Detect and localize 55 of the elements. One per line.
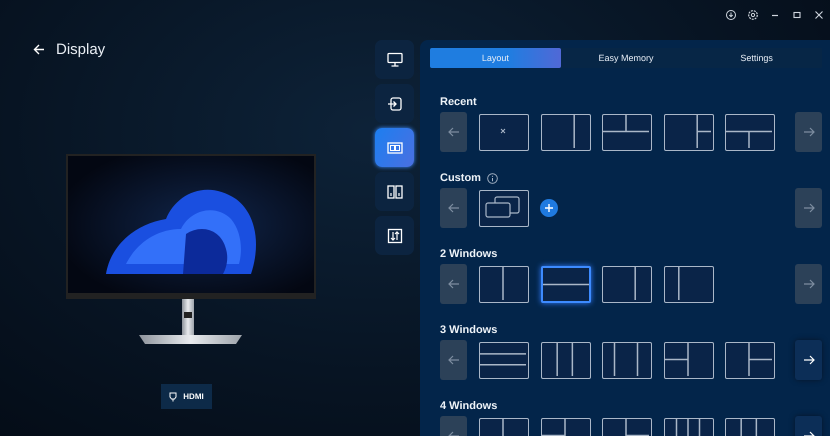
arrow-right-icon bbox=[802, 203, 814, 213]
back-button[interactable] bbox=[33, 44, 45, 54]
nav-button[interactable] bbox=[375, 128, 414, 167]
close-icon bbox=[813, 9, 825, 21]
sort-arrows-icon bbox=[386, 228, 402, 244]
tab[interactable]: Easy Memory bbox=[560, 48, 692, 68]
arrow-right-icon bbox=[802, 355, 814, 365]
layout-thumbnail[interactable] bbox=[602, 342, 652, 378]
layout-thumbnail[interactable] bbox=[664, 342, 714, 378]
monitor-icon bbox=[386, 52, 402, 68]
arrow-left-icon bbox=[448, 279, 460, 289]
maximize-icon bbox=[791, 9, 803, 21]
tab[interactable]: Layout bbox=[430, 48, 561, 68]
plus-icon bbox=[544, 204, 552, 212]
input-icon bbox=[386, 96, 402, 112]
layout-thumbnail[interactable] bbox=[664, 114, 714, 150]
page-title: Display bbox=[56, 40, 106, 58]
layout-thumbnail[interactable] bbox=[479, 114, 529, 150]
layout-thumbnail[interactable] bbox=[540, 266, 590, 302]
split-screen-icon bbox=[386, 184, 402, 200]
nav-button[interactable] bbox=[375, 84, 414, 123]
arrow-left-icon bbox=[448, 355, 460, 365]
download-icon bbox=[725, 9, 737, 21]
nav-button[interactable] bbox=[375, 40, 414, 79]
add-button[interactable] bbox=[540, 199, 558, 217]
settings-icon bbox=[747, 9, 759, 21]
layout-icon bbox=[386, 140, 402, 156]
layout-thumbnail[interactable] bbox=[540, 342, 590, 378]
section-title: Recent bbox=[440, 96, 477, 108]
back-arrow-icon bbox=[33, 44, 45, 54]
nav-button[interactable] bbox=[375, 172, 414, 211]
arrow-right-icon bbox=[802, 279, 814, 289]
section-title: Custom bbox=[440, 172, 481, 184]
layout-thumbnail[interactable] bbox=[725, 114, 775, 150]
arrow-right-icon bbox=[802, 127, 814, 137]
layout-thumbnail[interactable] bbox=[602, 114, 652, 150]
layout-thumbnail[interactable] bbox=[725, 342, 775, 378]
overlapping-windows-icon bbox=[485, 196, 520, 218]
next-button[interactable] bbox=[795, 340, 822, 380]
hdmi-badge[interactable]: HDMI bbox=[161, 384, 212, 409]
section-title: 2 Windows bbox=[440, 248, 498, 260]
layout-thumbnail[interactable] bbox=[479, 190, 529, 226]
tab[interactable]: Settings bbox=[691, 48, 822, 68]
arrow-left-icon bbox=[448, 127, 460, 137]
layout-thumbnail[interactable] bbox=[664, 266, 714, 302]
layout-thumbnail[interactable] bbox=[479, 266, 529, 302]
layout-thumbnail[interactable] bbox=[540, 114, 590, 150]
nav-button[interactable] bbox=[375, 216, 414, 255]
arrow-left-icon bbox=[448, 203, 460, 213]
section-title: 4 Windows bbox=[440, 400, 498, 412]
plug-icon bbox=[169, 392, 178, 402]
layout-thumbnail[interactable] bbox=[479, 342, 529, 378]
section-title: 3 Windows bbox=[440, 324, 498, 336]
layout-thumbnail[interactable] bbox=[602, 266, 652, 302]
x-icon bbox=[500, 128, 506, 133]
